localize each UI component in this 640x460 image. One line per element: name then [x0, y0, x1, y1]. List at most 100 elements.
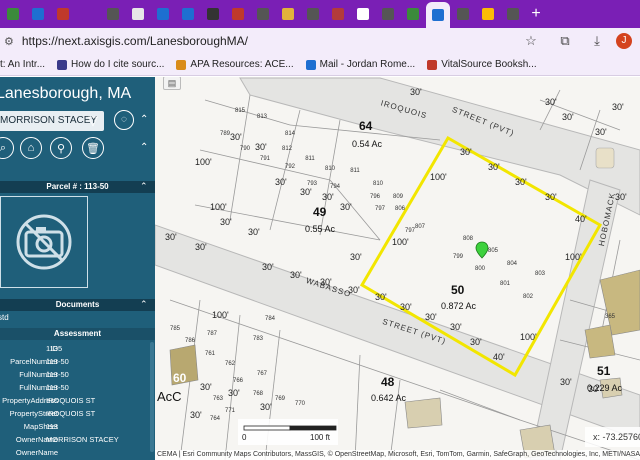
- lot-area-48: 0.642 Ac: [371, 393, 407, 403]
- browser-tab[interactable]: [176, 2, 200, 26]
- bookmark-item[interactable]: Mail - Jordan Rome...: [305, 59, 416, 70]
- bookmark-item[interactable]: t: An Intr...: [0, 59, 45, 70]
- lot-area-51: 0.229 Ac: [587, 383, 623, 393]
- tab-favicon-icon: [32, 8, 44, 20]
- bookmark-item[interactable]: How do I cite sourc...: [57, 59, 164, 70]
- collapse-chevron-icon[interactable]: ⌃: [140, 114, 148, 125]
- bookmark-favicon-icon: [305, 59, 316, 70]
- bookmark-item[interactable]: APA Resources: ACE...: [176, 59, 294, 70]
- map-comment-icon[interactable]: ▤: [163, 77, 181, 90]
- tab-favicon-icon: [257, 8, 269, 20]
- assessment-value: MORRISON STACEY: [46, 435, 119, 444]
- lot-number-60: 60: [173, 371, 187, 385]
- bookmark-label: APA Resources: ACE...: [190, 59, 294, 70]
- collapse-tools-chevron-icon[interactable]: ⌃: [140, 142, 148, 153]
- bookmark-item[interactable]: VitalSource Booksh...: [427, 59, 537, 70]
- pin-tool-icon[interactable]: ⚲: [50, 137, 72, 159]
- svg-text:807: 807: [415, 224, 426, 230]
- lasso-select-icon[interactable]: ◌: [114, 110, 134, 130]
- assessment-value: 113: [46, 422, 58, 431]
- svg-text:30': 30': [190, 410, 202, 420]
- bookmark-star-icon[interactable]: ☆: [522, 32, 540, 50]
- browser-tab[interactable]: [1, 2, 25, 26]
- assessment-value: IROQUOIS ST: [46, 409, 96, 418]
- parcel-header-chevron-icon[interactable]: ⌃: [140, 181, 148, 192]
- site-info-icon[interactable]: ⚙: [4, 35, 14, 48]
- svg-text:768: 768: [253, 391, 264, 397]
- lot-number-49: 49: [313, 205, 327, 219]
- documents-item[interactable]: std: [0, 313, 9, 322]
- browser-tab[interactable]: [426, 2, 450, 28]
- parcel-header[interactable]: Parcel # : 113-50: [0, 181, 155, 193]
- trash-icon[interactable]: 🗑: [82, 137, 104, 159]
- tab-favicon-icon: [507, 8, 519, 20]
- svg-text:40': 40': [493, 352, 505, 362]
- download-icon[interactable]: ⤓: [588, 32, 606, 50]
- svg-text:100': 100': [195, 157, 212, 167]
- assessment-value: 113-50: [46, 370, 69, 379]
- svg-text:786: 786: [185, 338, 196, 344]
- assessment-row: OwnerName: [0, 447, 150, 459]
- svg-text:30': 30': [425, 312, 437, 322]
- browser-tab[interactable]: [26, 2, 50, 26]
- address-bar[interactable]: https://next.axisgis.com/LanesboroughMA/: [22, 34, 248, 48]
- scale-max-label: 100 ft: [310, 433, 331, 442]
- browser-tab[interactable]: [51, 2, 75, 26]
- map-canvas[interactable]: 815 813 814 789 790 791 812 811 810 792 793 794 …: [155, 77, 640, 460]
- assessment-row: ParcelNumber 113-50: [0, 356, 150, 368]
- filter-icon[interactable]: ▽: [88, 113, 98, 129]
- browser-tab[interactable]: [251, 2, 275, 26]
- browser-tab[interactable]: [76, 2, 100, 26]
- documents-header[interactable]: Documents: [0, 299, 155, 311]
- tab-favicon-icon: [232, 8, 244, 20]
- svg-text:30': 30': [560, 377, 572, 387]
- browser-tab[interactable]: [126, 2, 150, 26]
- lot-area-64: 0.54 Ac: [352, 139, 383, 149]
- svg-text:30': 30': [165, 232, 177, 242]
- soil-label-acc: AcC: [157, 389, 182, 404]
- assessment-value: 113-50: [46, 383, 69, 392]
- svg-text:761: 761: [205, 351, 216, 357]
- browser-tab[interactable]: [501, 2, 525, 26]
- svg-text:30': 30': [230, 132, 242, 142]
- svg-text:800: 800: [475, 266, 486, 272]
- svg-text:809: 809: [393, 194, 404, 200]
- road-tool-icon[interactable]: ⌂: [20, 137, 42, 159]
- svg-text:30': 30': [220, 217, 232, 227]
- svg-text:811: 811: [350, 168, 360, 174]
- lot-number-50: 50: [451, 283, 465, 297]
- browser-tab[interactable]: [326, 2, 350, 26]
- new-tab-button[interactable]: +: [525, 5, 547, 23]
- browser-tab[interactable]: [276, 2, 300, 26]
- assessment-value: 1135: [46, 344, 63, 353]
- assessment-header[interactable]: Assessment: [0, 328, 155, 340]
- extensions-icon[interactable]: ⧉: [556, 32, 574, 50]
- profile-avatar[interactable]: J: [616, 33, 632, 49]
- panel-title: Lanesborough, MA: [0, 85, 132, 102]
- svg-text:783: 783: [253, 336, 264, 342]
- panel-scrollbar[interactable]: [150, 342, 154, 452]
- browser-tab[interactable]: [226, 2, 250, 26]
- svg-text:30': 30': [248, 227, 260, 237]
- browser-tab[interactable]: [351, 2, 375, 26]
- svg-text:30': 30': [262, 262, 274, 272]
- svg-text:784: 784: [265, 316, 276, 322]
- documents-chevron-icon[interactable]: ⌃: [140, 299, 148, 310]
- assessment-value: 113-50: [46, 357, 69, 366]
- parcel-photo-placeholder: [0, 196, 88, 288]
- browser-tab[interactable]: [151, 2, 175, 26]
- browser-tab[interactable]: [451, 2, 475, 26]
- browser-tab[interactable]: [301, 2, 325, 26]
- search-tool-icon[interactable]: ⌕: [0, 137, 14, 159]
- bookmark-favicon-icon: [176, 59, 187, 70]
- bookmark-label: Mail - Jordan Rome...: [319, 59, 416, 70]
- browser-tab[interactable]: [201, 2, 225, 26]
- assessment-row: MapSheet 113: [0, 421, 150, 433]
- browser-tab[interactable]: [476, 2, 500, 26]
- tab-favicon-icon: [182, 8, 194, 20]
- tab-favicon-icon: [82, 8, 94, 20]
- browser-tab[interactable]: [376, 2, 400, 26]
- no-photo-icon: [16, 214, 72, 270]
- browser-tab[interactable]: [101, 2, 125, 26]
- browser-tab[interactable]: [401, 2, 425, 26]
